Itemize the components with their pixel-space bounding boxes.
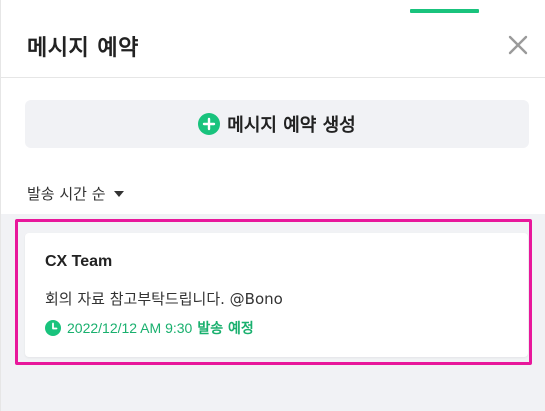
schedule-datetime: 2022/12/12 AM 9:30 bbox=[67, 320, 193, 336]
create-scheduled-message-button[interactable]: 메시지 예약 생성 bbox=[25, 100, 529, 148]
panel-header: 메시지 예약 bbox=[1, 14, 545, 78]
close-icon bbox=[508, 35, 528, 55]
recipient-name: CX Team bbox=[45, 253, 113, 270]
schedule-time-row: 2022/12/12 AM 9:30 발송 예정 bbox=[45, 318, 254, 338]
plus-circle-icon bbox=[198, 113, 221, 135]
scheduled-message-card[interactable]: CX Team 회의 자료 참고부탁드립니다. @Bono 2022/12/12… bbox=[25, 233, 528, 357]
schedule-status: 발송 예정 bbox=[197, 321, 254, 337]
sort-label: 발송 시간 순 bbox=[27, 185, 106, 203]
active-tab-indicator bbox=[410, 9, 479, 13]
panel-title: 메시지 예약 bbox=[27, 36, 139, 61]
caret-down-icon bbox=[113, 190, 124, 197]
top-tab-bar bbox=[1, 0, 545, 14]
sort-dropdown[interactable]: 발송 시간 순 bbox=[27, 183, 124, 204]
message-preview: 회의 자료 참고부탁드립니다. @Bono bbox=[45, 290, 283, 308]
clock-icon bbox=[45, 320, 61, 336]
message-schedule-panel: 메시지 예약 메시지 예약 생성 발송 시간 순 CX Team 회의 자료 참… bbox=[0, 0, 545, 411]
create-button-label: 메시지 예약 생성 bbox=[227, 115, 356, 136]
close-button[interactable] bbox=[505, 32, 531, 58]
